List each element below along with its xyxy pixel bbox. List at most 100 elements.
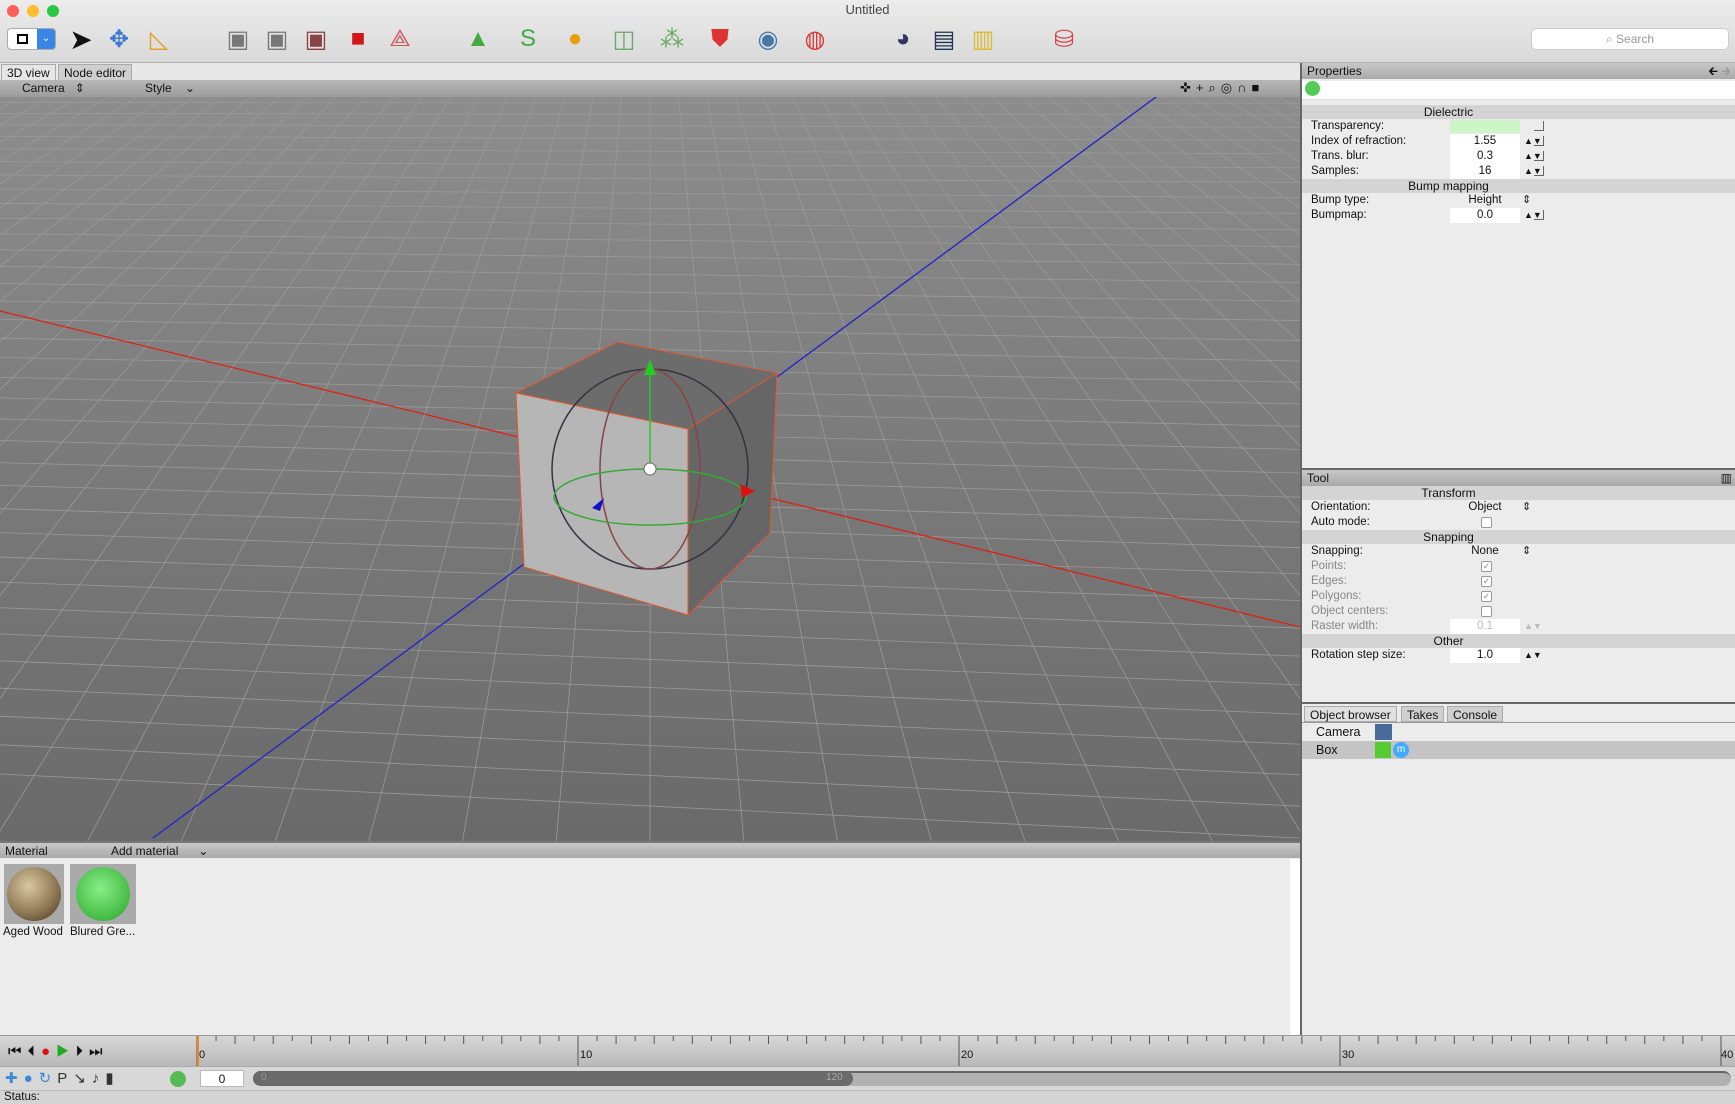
point-mode-icon[interactable]: ▣ <box>221 22 255 56</box>
texture-slot[interactable] <box>1534 166 1544 176</box>
texture-slot[interactable] <box>1534 151 1544 161</box>
property-field[interactable]: 0.3 <box>1450 149 1520 164</box>
generators-icon[interactable]: ● <box>558 22 592 56</box>
edge-mode-icon[interactable]: ▣ <box>260 22 294 56</box>
grid-line <box>1191 97 1300 163</box>
layout-toggle-button[interactable]: ⌄ <box>7 28 56 50</box>
array-icon[interactable]: ⁂ <box>655 22 689 56</box>
grid-line <box>87 97 480 841</box>
rotation-step-field[interactable]: 1.0 <box>1450 648 1520 663</box>
add-material-dropdown[interactable]: Add material ⌄ <box>111 843 208 859</box>
camera-icon[interactable]: ◉ <box>751 22 785 56</box>
material-panel: Material Add material ⌄ Aged Wood Blured … <box>0 841 1300 1035</box>
record-icon[interactable]: ● <box>41 1043 56 1060</box>
select-arrow-icon[interactable]: ➤ <box>64 22 98 56</box>
texture-slot[interactable] <box>1534 121 1544 131</box>
property-field[interactable]: 1.55 <box>1450 134 1520 149</box>
object-box[interactable]: Box m <box>1302 741 1735 759</box>
curve-icon: ♪ <box>91 1070 106 1087</box>
grid-line <box>0 97 194 236</box>
bumpmap-field[interactable]: 0.0 <box>1450 208 1520 223</box>
snap-checkbox[interactable]: ✓ <box>1481 591 1492 602</box>
tab-console[interactable]: Console <box>1447 706 1504 722</box>
tag-icon[interactable]: ⛊ <box>703 22 737 56</box>
grid-line <box>934 97 1300 514</box>
snapping-select[interactable]: None <box>1450 544 1520 559</box>
snap-checkbox[interactable]: ✓ <box>1481 576 1492 587</box>
key-tools[interactable]: ✚●↻P↘♪▮ <box>5 1069 120 1087</box>
grid-line <box>0 97 309 390</box>
viewport-nav-icons[interactable]: ✜+⌕◎∩■ <box>1180 80 1264 96</box>
move-key-icon: ✚ <box>5 1070 24 1087</box>
property-row: Index of refraction: 1.55 ▲▼ <box>1302 134 1735 149</box>
grid-line <box>1106 97 1300 236</box>
transform-gizmo-icon[interactable]: ✥ <box>102 22 136 56</box>
grid-line <box>1134 97 1300 209</box>
tab-3d-view[interactable]: 3D view <box>1 64 56 81</box>
grid-line <box>0 97 280 343</box>
step-back-icon[interactable]: ⏴ <box>28 1043 42 1060</box>
grid-line <box>1220 97 1300 143</box>
tool-header: Tool ▥ <box>1302 470 1735 486</box>
snap-checkbox[interactable] <box>1481 606 1492 617</box>
title-bar: Untitled ⌄ ➤ ✥ ◺ ▣ ▣ ▣ ■ ⟁ ▲ S ● ◫ ⁂ ⛊ ◉… <box>0 0 1735 63</box>
environment-icon[interactable]: ◕ <box>886 22 920 56</box>
step-forward-icon[interactable]: ⏵ <box>75 1043 89 1060</box>
property-field[interactable]: 16 <box>1450 164 1520 179</box>
3d-viewport[interactable] <box>0 97 1300 841</box>
texture-slot[interactable] <box>1534 136 1544 146</box>
scale-weight-icon[interactable]: ⛁ <box>1047 22 1081 56</box>
style-select[interactable]: Style ⌄ <box>145 81 195 95</box>
orientation-select[interactable]: Object <box>1450 500 1520 515</box>
grid-line <box>0 97 451 832</box>
axis-mode-icon[interactable]: ⟁ <box>383 22 417 56</box>
spline-icon[interactable]: S <box>511 22 545 56</box>
timeline-tick-label: 0 <box>199 1049 206 1061</box>
play-icon[interactable]: ▶ <box>56 1043 75 1060</box>
timeline[interactable]: ⏮⏴●▶⏵⏭ 0 10 20 30 40 <box>0 1035 1735 1066</box>
frame-input[interactable]: 0 <box>200 1070 244 1087</box>
primitives-icon[interactable]: ▲ <box>461 22 495 56</box>
property-row: Samples: 16 ▲▼ <box>1302 164 1735 179</box>
auto-mode-checkbox[interactable] <box>1481 517 1492 528</box>
grid-line <box>849 97 1300 832</box>
grid-line <box>963 97 1300 447</box>
box-icon <box>1375 742 1391 758</box>
tangent-icon: ↘ <box>73 1070 92 1087</box>
property-field[interactable] <box>1450 120 1520 133</box>
polygon-mode-icon[interactable]: ▣ <box>299 22 333 56</box>
property-row: Transparency: <box>1302 119 1735 134</box>
light-icon[interactable]: ◍ <box>798 22 832 56</box>
tool-panel: Tool ▥ Transform Orientation: Object ⇕ Auto… <box>1302 468 1735 704</box>
render-settings-icon[interactable]: ▤ <box>927 22 961 56</box>
material-thumb-blured-green[interactable] <box>70 864 136 924</box>
grid-line <box>0 97 52 126</box>
timeline-ruler <box>196 1036 1722 1066</box>
timeline-tick-label: 30 <box>1342 1049 1355 1061</box>
go-start-icon[interactable]: ⏮ <box>8 1043 28 1060</box>
grid-line <box>0 97 80 143</box>
grid-line <box>0 97 394 596</box>
viewport-toolbar: Camera ⇕ Style ⌄ ✜+⌕◎∩■ <box>0 80 1300 97</box>
keyframe-bar: ✚●↻P↘♪▮ 0 0 120 <box>0 1066 1735 1090</box>
range-slider[interactable]: 0 120 <box>253 1071 1731 1086</box>
snap-checkbox[interactable]: ✓ <box>1481 561 1492 572</box>
rotate-key-icon: ↻ <box>38 1070 58 1087</box>
timeline-tick-label: 10 <box>580 1049 593 1061</box>
tab-object-browser[interactable]: Object browser <box>1304 706 1397 722</box>
playhead[interactable] <box>197 1036 199 1066</box>
material-thumb-aged-wood[interactable] <box>4 864 64 924</box>
measure-ruler-icon[interactable]: ◺ <box>142 22 176 56</box>
tab-node-editor[interactable]: Node editor <box>58 64 133 81</box>
camera-select[interactable]: Camera ⇕ <box>22 81 85 95</box>
tab-takes[interactable]: Takes <box>1401 706 1445 722</box>
deformer-icon[interactable]: ◫ <box>607 22 641 56</box>
object-camera[interactable]: Camera <box>1302 723 1735 741</box>
bump-type-select[interactable]: Height <box>1450 193 1520 208</box>
object-mode-icon[interactable]: ■ <box>341 22 375 56</box>
search-input[interactable]: ⌕ Search <box>1531 28 1729 50</box>
render-icon[interactable]: ▥ <box>966 22 1000 56</box>
go-end-icon[interactable]: ⏭ <box>89 1043 109 1060</box>
playback-controls: ⏮⏴●▶⏵⏭ <box>8 1043 109 1060</box>
search-icon: ⌕ <box>1605 32 1617 46</box>
